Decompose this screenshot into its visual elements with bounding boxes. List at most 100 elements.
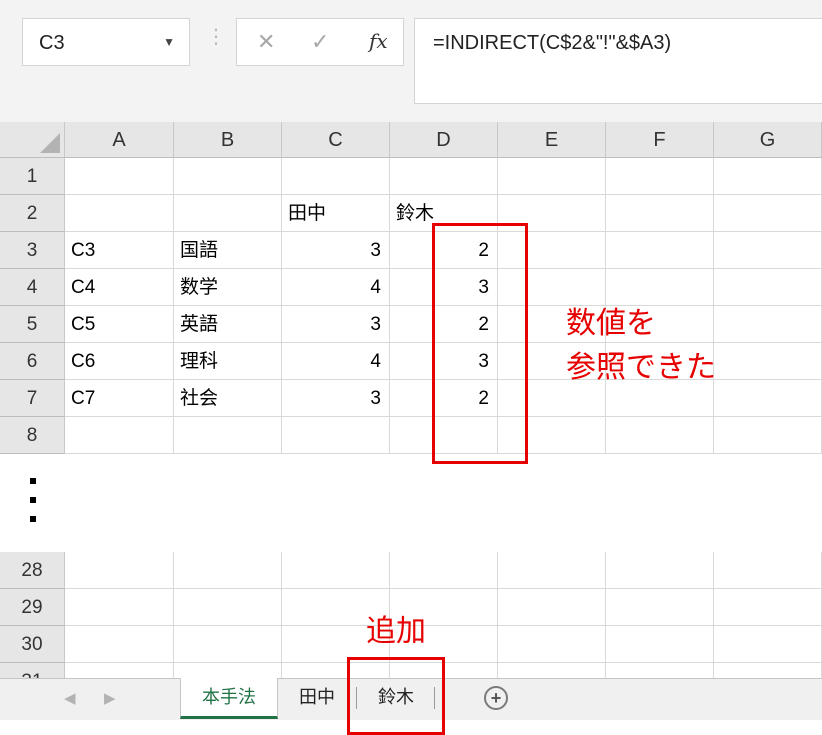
cell-f8[interactable] (606, 417, 714, 454)
cell-g2[interactable] (714, 195, 822, 232)
cell-b1[interactable] (174, 158, 282, 195)
cell-g28[interactable] (714, 552, 822, 589)
select-all-corner[interactable] (0, 122, 65, 158)
cell-f1[interactable] (606, 158, 714, 195)
column-header-f[interactable]: F (606, 122, 714, 158)
add-sheet-icon[interactable]: + (484, 686, 508, 710)
cell-b4[interactable]: 数学 (174, 269, 282, 306)
insert-function-icon[interactable]: fx (369, 29, 388, 53)
cell-f3[interactable] (606, 232, 714, 269)
cell-b2[interactable] (174, 195, 282, 232)
row-header-28[interactable]: 28 (0, 552, 65, 589)
column-header-e[interactable]: E (498, 122, 606, 158)
cell-g5[interactable] (714, 306, 822, 343)
cell-a3[interactable]: C3 (65, 232, 174, 269)
column-header-a[interactable]: A (65, 122, 174, 158)
row-header-6[interactable]: 6 (0, 343, 65, 380)
formula-input[interactable]: =INDIRECT(C$2&"!"&$A3) (414, 18, 822, 104)
cell-e30[interactable] (498, 626, 606, 663)
cell-g30[interactable] (714, 626, 822, 663)
cell-a1[interactable] (65, 158, 174, 195)
name-box-dropdown-icon[interactable]: ▼ (163, 35, 175, 49)
cell-e28[interactable] (498, 552, 606, 589)
cell-e31[interactable] (498, 663, 606, 678)
cell-c4[interactable]: 4 (282, 269, 390, 306)
cell-e1[interactable] (498, 158, 606, 195)
enter-check-icon[interactable]: ✓ (311, 29, 329, 55)
new-sheet-highlight-box (347, 657, 445, 735)
cell-g1[interactable] (714, 158, 822, 195)
cell-c1[interactable] (282, 158, 390, 195)
column-header-g[interactable]: G (714, 122, 822, 158)
cell-b6[interactable]: 理科 (174, 343, 282, 380)
row-header-31[interactable]: 31 (0, 663, 65, 678)
annotation-added: 追加 (366, 615, 426, 648)
cell-g3[interactable] (714, 232, 822, 269)
cell-f28[interactable] (606, 552, 714, 589)
cell-c3[interactable]: 3 (282, 232, 390, 269)
cell-g7[interactable] (714, 380, 822, 417)
cell-a30[interactable] (65, 626, 174, 663)
row-header-4[interactable]: 4 (0, 269, 65, 306)
values-highlight-box (432, 223, 528, 464)
cell-g31[interactable] (714, 663, 822, 678)
row-header-30[interactable]: 30 (0, 626, 65, 663)
cell-b31[interactable] (174, 663, 282, 678)
tab-scroll-left-icon[interactable]: ◀ (64, 689, 76, 707)
cell-g4[interactable] (714, 269, 822, 306)
cell-b8[interactable] (174, 417, 282, 454)
cell-c8[interactable] (282, 417, 390, 454)
row-header-5[interactable]: 5 (0, 306, 65, 343)
name-box[interactable]: C3 ▼ (22, 18, 190, 66)
cell-c5[interactable]: 3 (282, 306, 390, 343)
cell-b3[interactable]: 国語 (174, 232, 282, 269)
cell-a28[interactable] (65, 552, 174, 589)
cell-g29[interactable] (714, 589, 822, 626)
cell-a4[interactable]: C4 (65, 269, 174, 306)
cell-f30[interactable] (606, 626, 714, 663)
tab-scroll-right-icon[interactable]: ▶ (104, 689, 116, 707)
cell-b28[interactable] (174, 552, 282, 589)
column-header-b[interactable]: B (174, 122, 282, 158)
cell-e29[interactable] (498, 589, 606, 626)
cell-c6[interactable]: 4 (282, 343, 390, 380)
name-box-value: C3 (39, 32, 65, 54)
cell-c2[interactable]: 田中 (282, 195, 390, 232)
cell-a6[interactable]: C6 (65, 343, 174, 380)
row-header-7[interactable]: 7 (0, 380, 65, 417)
row-header-3[interactable]: 3 (0, 232, 65, 269)
cancel-icon[interactable]: ✕ (257, 29, 275, 55)
cell-a31[interactable] (65, 663, 174, 678)
row-header-1[interactable]: 1 (0, 158, 65, 195)
row-header-8[interactable]: 8 (0, 417, 65, 454)
column-header-d[interactable]: D (390, 122, 498, 158)
cell-b7[interactable]: 社会 (174, 380, 282, 417)
cell-f29[interactable] (606, 589, 714, 626)
cell-a29[interactable] (65, 589, 174, 626)
cell-g8[interactable] (714, 417, 822, 454)
cell-d1[interactable] (390, 158, 498, 195)
cell-d28[interactable] (390, 552, 498, 589)
row-header-2[interactable]: 2 (0, 195, 65, 232)
cell-a8[interactable] (65, 417, 174, 454)
formula-buttons: ✕ ✓ fx (236, 18, 404, 66)
tab-honshuhou[interactable]: 本手法 (180, 678, 278, 719)
cell-f2[interactable] (606, 195, 714, 232)
cell-f4[interactable] (606, 269, 714, 306)
spreadsheet-grid: A B C D E F G 1 2 田中 鈴木 3 C3 国語 3 2 4 C4 数学 4 3 5 C5 英語 3 2 6 C6 理科 4… (0, 122, 822, 458)
tab-tanaka[interactable]: 田中 (280, 678, 354, 716)
cell-b30[interactable] (174, 626, 282, 663)
row-header-29[interactable]: 29 (0, 589, 65, 626)
cell-b5[interactable]: 英語 (174, 306, 282, 343)
cell-a2[interactable] (65, 195, 174, 232)
cell-f31[interactable] (606, 663, 714, 678)
column-header-c[interactable]: C (282, 122, 390, 158)
cell-b29[interactable] (174, 589, 282, 626)
formula-bar-resize-handle-icon[interactable]: ⋮ (206, 24, 226, 49)
cell-c28[interactable] (282, 552, 390, 589)
cell-c7[interactable]: 3 (282, 380, 390, 417)
cell-a5[interactable]: C5 (65, 306, 174, 343)
cell-g6[interactable] (714, 343, 822, 380)
cell-a7[interactable]: C7 (65, 380, 174, 417)
rows-omitted-ellipsis-icon (30, 478, 50, 535)
